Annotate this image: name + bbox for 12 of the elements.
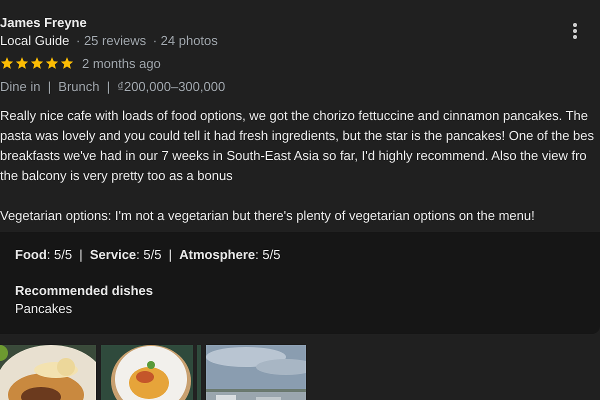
recommended-dishes-title: Recommended dishes [15, 282, 154, 300]
local-guide-label: Local Guide [0, 33, 70, 48]
more-options-icon[interactable] [572, 22, 578, 40]
review-date: 2 months ago [82, 56, 161, 70]
reviewer-name[interactable]: James Freyne [0, 14, 221, 31]
vegetarian-note: Vegetarian options: I'm not a vegetarian but there's plenty of vegetarian options on the menu! [0, 207, 536, 225]
aspect-ratings: Food: 5/5 | Service: 5/5 | Atmosphere: 5/5 [15, 246, 282, 264]
review-count: · 25 reviews [76, 33, 146, 48]
review-text: Really nice cafe with loads of food options, we got the chorizo fettuccine and cinnamon pancakes. The pasta was lovely and you could tell it had fresh ingredients, but the star is the pancakes! One of the bes breakfasts we've had in our 7 weeks in South-East Asia so far, I'd highly recommend. Also the view fro the balcony is very pretty too as a bonus [0, 107, 596, 185]
visit-details: Dine in | Brunch | ₫200,000–300,000 [0, 78, 226, 96]
recommended-dish: Pancakes [15, 300, 74, 318]
photo-count: · 24 photos [152, 33, 218, 48]
